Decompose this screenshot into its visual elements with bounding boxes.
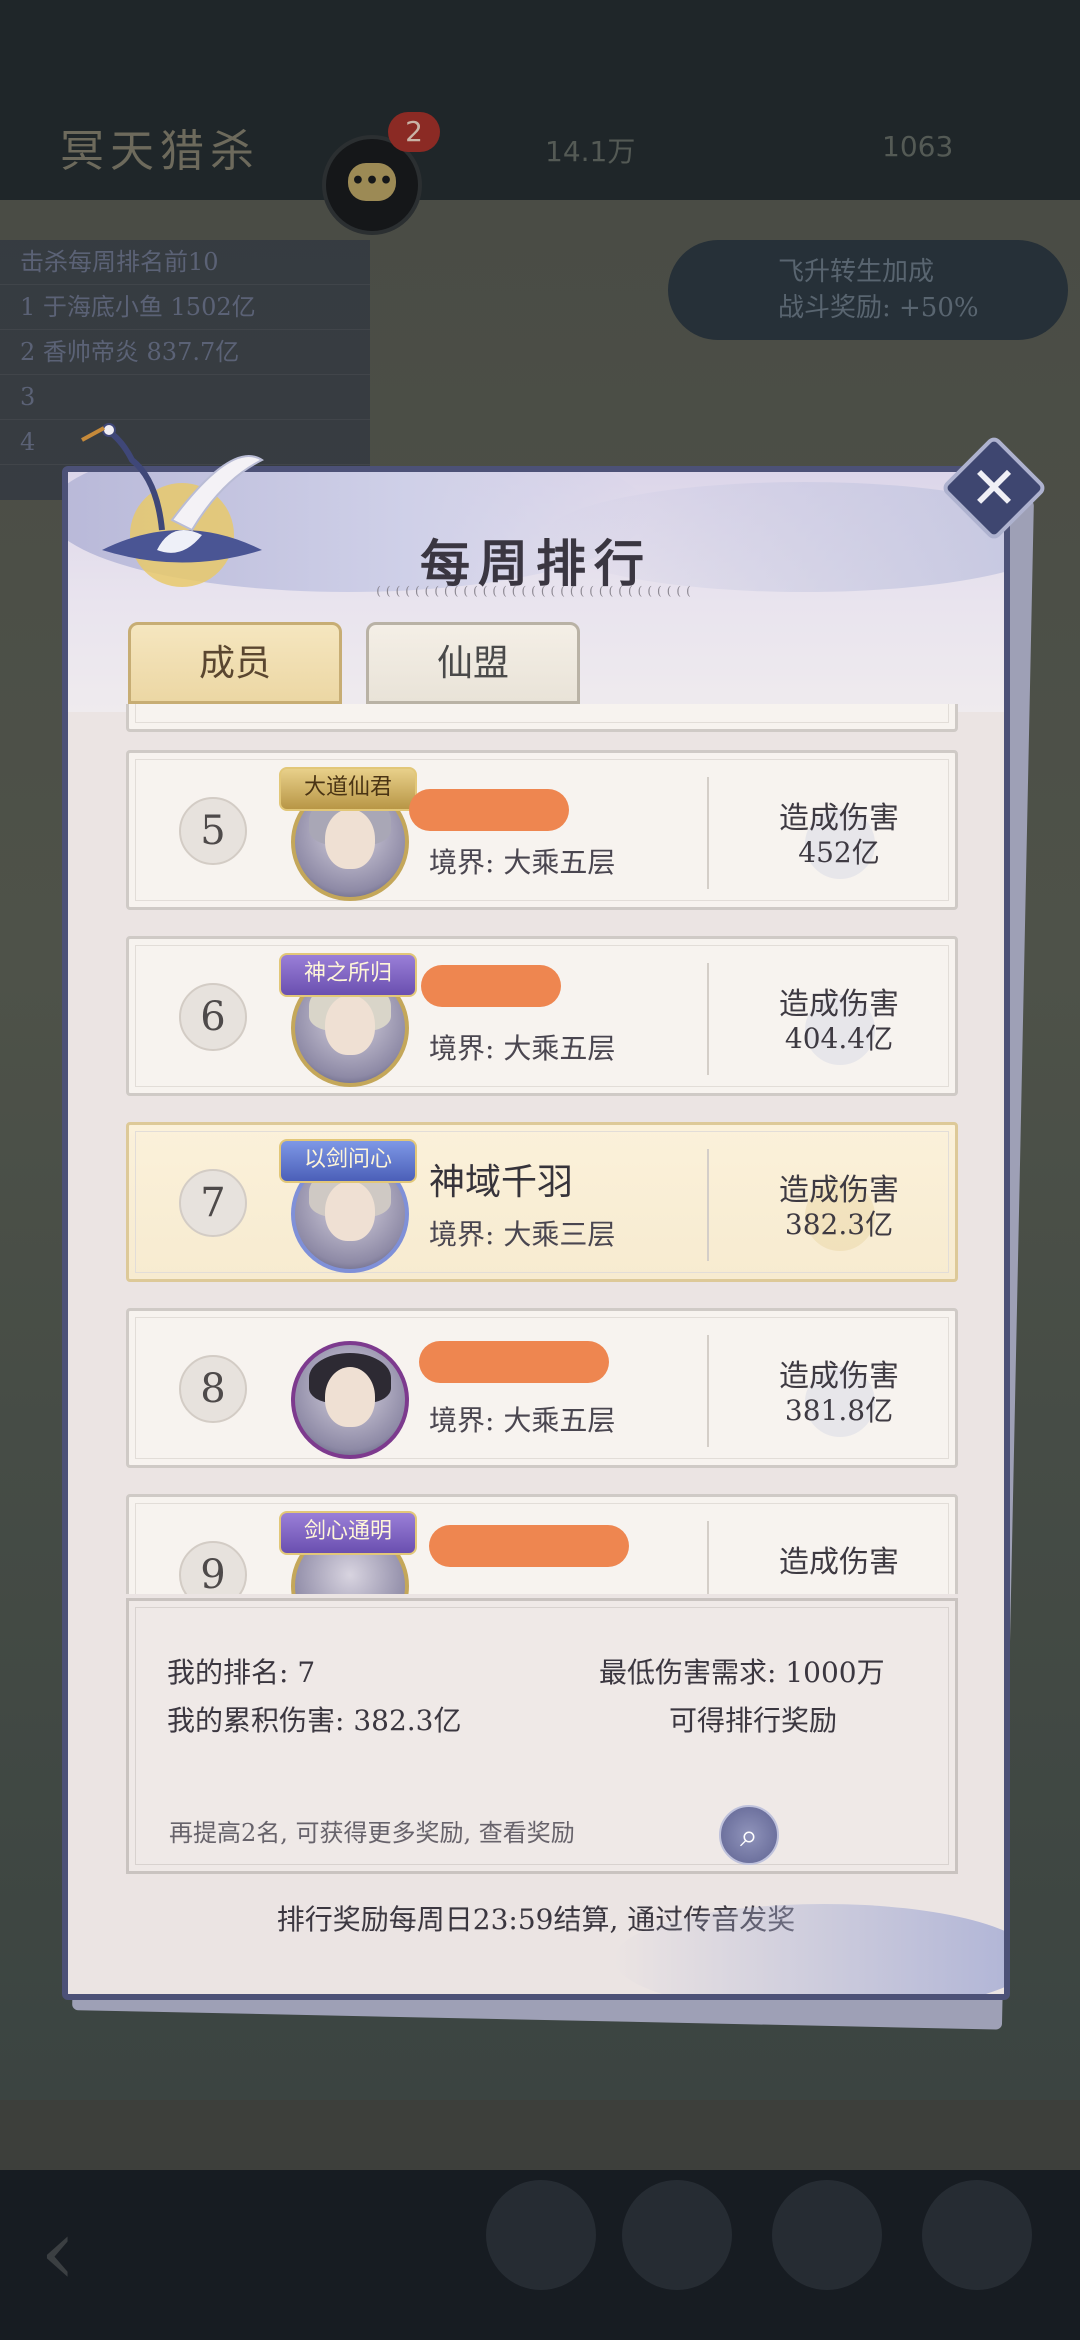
stat-right: 1063 [882,130,954,163]
bottom-nav-button[interactable] [772,2180,882,2290]
player-name: 神域千羽 [429,1162,574,1203]
reward-hint[interactable]: 再提高2名, 可获得更多奖励, 查看奖励 [169,1813,575,1848]
title-badge: 以剑问心 [279,1139,417,1183]
realm-label: 境界: 大乘三层 [429,1218,616,1251]
bottom-nav-button[interactable] [922,2180,1032,2290]
rank-number: 5 [179,797,247,865]
title-badge: 神之所归 [279,953,417,997]
damage-value: 452亿 [798,836,880,869]
bonus-line-2: 战斗奖励: +50% [778,293,979,323]
rank-number: 7 [179,1169,247,1237]
divider [707,1521,709,1594]
view-rewards-button[interactable]: ⌕ [719,1805,779,1865]
title-badge: 大道仙君 [279,767,417,811]
name-redaction [419,1341,609,1383]
realm-label: 境界: 大乘五层 [429,1032,616,1065]
back-arrow-icon[interactable]: ‹ [40,2200,76,2305]
damage-value: 382.3亿 [784,1208,894,1241]
rank-number: 8 [179,1355,247,1423]
background-list-item: 1 于海底小鱼 1502亿 [0,285,370,330]
list-item-self: 7 以剑问心 神域千羽 境界: 大乘三层 造成伤害 382.3亿 [126,1122,958,1282]
damage-value: 404.4亿 [784,1022,894,1055]
bottom-nav-button[interactable] [622,2180,732,2290]
list-item: 5 大道仙君 境界: 大乘五层 造成伤害 452亿 [126,750,958,910]
divider [707,777,709,889]
tab-members[interactable]: 成员 [128,622,342,704]
bonus-line-1: 飞升转生加成 [778,257,935,287]
close-icon[interactable]: ✕ [956,450,1032,526]
weekly-ranking-dialog: 每周排行 ((((((((((((((((((((((((((((((((( 成… [62,466,1010,2000]
background-list-item: 2 香帅帝炎 837.7亿 [0,330,370,375]
list-item: 9 剑心通明 造成伤害 [126,1494,958,1594]
bonus-panel: 飞升转生加成战斗奖励: +50% [668,240,1068,340]
ranking-list[interactable]: 5 大道仙君 境界: 大乘五层 造成伤害 452亿 6 神之所归 境界: 大乘五… [68,704,1004,1594]
min-damage-requirement: 最低伤害需求: 1000万 [599,1656,885,1689]
rank-number: 9 [179,1541,247,1594]
rank-number: 6 [179,983,247,1051]
damage-value: 381.8亿 [784,1394,894,1427]
crane-icon [81,423,264,587]
realm-label: 境界: 大乘五层 [429,846,616,879]
list-item: 6 神之所归 境界: 大乘五层 造成伤害 404.4亿 [126,936,958,1096]
search-icon: ⌕ [740,1816,758,1854]
my-rank-summary: 我的排名: 7 我的累积伤害: 382.3亿 最低伤害需求: 1000万 可得排… [126,1598,958,1874]
avatar[interactable] [291,1341,409,1459]
divider [707,963,709,1075]
chat-badge: 2 [388,112,440,152]
stat-left: 14.1万 [545,135,636,168]
tab-alliance[interactable]: 仙盟 [366,622,580,704]
realm-label: 境界: 大乘五层 [429,1404,616,1437]
reward-status: 可得排行奖励 [669,1704,838,1737]
background-list-title: 击杀每周排名前10 [0,240,370,285]
my-rank: 我的排名: 7 [167,1656,316,1689]
bottom-nav-button[interactable] [486,2180,596,2290]
my-total-damage: 我的累积伤害: 382.3亿 [167,1704,462,1737]
divider [707,1149,709,1261]
name-redaction [409,789,569,831]
name-redaction [421,965,561,1007]
title-badge: 剑心通明 [279,1511,417,1555]
scene-title: 冥天猎杀 [60,126,260,177]
list-item [126,704,958,732]
damage-label: 造成伤害 [779,1545,899,1580]
divider [707,1335,709,1447]
name-redaction [429,1525,629,1567]
chat-icon: ••• [348,163,396,201]
list-item: 8 境界: 大乘五层 造成伤害 381.8亿 [126,1308,958,1468]
